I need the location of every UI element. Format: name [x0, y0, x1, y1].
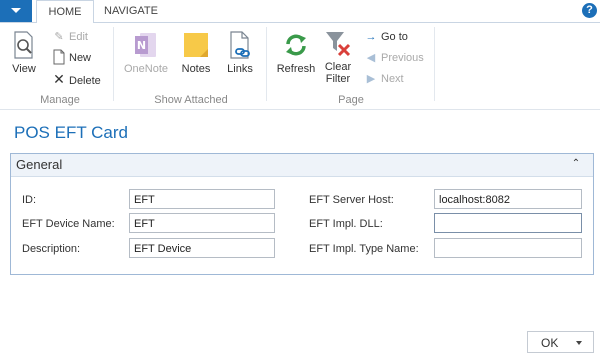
refresh-label: Refresh — [276, 63, 316, 75]
collapse-icon[interactable]: ⌃ — [570, 158, 582, 170]
tab-home[interactable]: HOME — [36, 0, 94, 24]
svg-text:N: N — [137, 39, 146, 52]
close-icon: ✕ — [53, 71, 65, 87]
ok-button[interactable]: OK — [527, 331, 594, 353]
new-button[interactable]: New — [69, 49, 91, 67]
chevron-down-icon — [11, 8, 21, 13]
general-fasttab-header[interactable] — [11, 154, 593, 177]
view-button[interactable]: View — [10, 30, 38, 75]
clear-filter-icon — [326, 32, 351, 57]
edit-button[interactable]: ✎ Edit — [52, 28, 88, 46]
manage-group-label: Manage — [40, 94, 80, 106]
page-group-label: Page — [338, 94, 364, 106]
new-icon — [52, 49, 70, 65]
view-label: View — [12, 63, 36, 75]
notes-icon — [184, 33, 208, 57]
previous-button[interactable]: ◀ Previous — [364, 49, 424, 67]
onenote-label: OneNote — [123, 63, 169, 75]
help-icon[interactable]: ? — [582, 3, 597, 18]
next-button[interactable]: ▶ Next — [364, 70, 404, 88]
eft-server-host-label: EFT Server Host: — [309, 194, 394, 206]
ribbon-divider — [434, 27, 435, 101]
general-fasttab-title: General — [16, 157, 63, 172]
triangle-right-icon: ▶ — [366, 73, 376, 85]
eft-device-name-field[interactable]: EFT — [129, 213, 275, 233]
go-to-button[interactable]: → Go to — [364, 28, 408, 46]
refresh-button[interactable]: Refresh — [274, 30, 318, 75]
id-label: ID: — [22, 194, 37, 206]
page-title: POS EFT Card — [14, 123, 128, 142]
eft-impl-type-name-label: EFT Impl. Type Name: — [309, 243, 419, 255]
refresh-icon — [286, 34, 306, 56]
ribbon-divider — [266, 27, 267, 101]
eft-server-host-field[interactable]: localhost:8082 — [434, 189, 582, 209]
eft-device-name-label: EFT Device Name: — [22, 218, 115, 230]
edit-label: Edit — [69, 31, 88, 43]
eft-impl-type-name-field[interactable] — [434, 238, 582, 258]
description-field[interactable]: EFT Device — [129, 238, 275, 258]
clear-filter-label-2: Filter — [325, 73, 351, 85]
next-label: Next — [381, 73, 404, 85]
onenote-button[interactable]: N OneNote — [120, 30, 172, 75]
ok-label: OK — [541, 336, 559, 350]
arrow-right-icon: → — [365, 31, 377, 43]
eft-impl-dll-label: EFT Impl. DLL: — [309, 218, 383, 230]
go-to-label: Go to — [381, 31, 408, 43]
links-button[interactable]: Links — [222, 30, 258, 75]
delete-button[interactable]: ✕ Delete — [52, 70, 101, 88]
app-menu-button[interactable] — [0, 0, 32, 22]
clear-filter-button[interactable]: Clear Filter — [320, 28, 356, 85]
eft-impl-dll-field[interactable] — [434, 213, 582, 233]
notes-button[interactable]: Notes — [177, 30, 215, 75]
description-label: Description: — [22, 243, 81, 255]
onenote-icon: N — [135, 33, 156, 57]
links-icon — [230, 31, 250, 59]
pencil-icon: ✎ — [54, 31, 64, 43]
ribbon-divider — [113, 27, 114, 101]
notes-label: Notes — [181, 63, 211, 75]
show-attached-group-label: Show Attached — [154, 94, 228, 106]
tab-navigate[interactable]: NAVIGATE — [98, 0, 164, 22]
triangle-left-icon: ◀ — [366, 52, 376, 64]
id-field[interactable]: EFT — [129, 189, 275, 209]
clear-filter-label-1: Clear — [324, 61, 352, 73]
previous-label: Previous — [381, 52, 424, 64]
view-icon — [14, 31, 33, 59]
delete-label: Delete — [69, 75, 101, 87]
chevron-down-icon[interactable] — [576, 341, 582, 345]
links-label: Links — [227, 63, 253, 75]
